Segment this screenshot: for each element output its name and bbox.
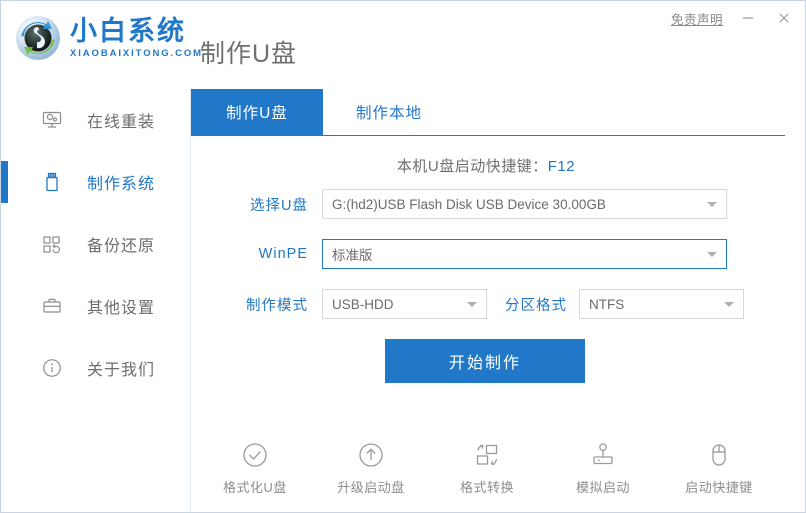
- sidebar-item-about-us[interactable]: 关于我们: [1, 337, 190, 399]
- row-winpe: WinPE 标准版: [191, 239, 805, 269]
- minimize-button[interactable]: [737, 7, 759, 29]
- sidebar-item-label: 备份还原: [87, 232, 155, 256]
- chevron-down-icon: [724, 302, 734, 307]
- row-select-usb: 选择U盘 G:(hd2)USB Flash Disk USB Device 30…: [191, 189, 805, 219]
- title-bar: 小白系统 XIAOBAIXITONG.COM 制作U盘 免责声明: [1, 1, 805, 89]
- sidebar-item-label: 在线重装: [87, 108, 155, 132]
- page-title: 制作U盘: [200, 34, 297, 70]
- tool-simulate-boot[interactable]: 模拟启动: [563, 438, 643, 496]
- winpe-field-label: WinPE: [236, 246, 308, 262]
- chevron-down-icon: [707, 202, 717, 207]
- usb-select[interactable]: G:(hd2)USB Flash Disk USB Device 30.00GB: [322, 189, 727, 219]
- check-circle-icon: [240, 438, 270, 472]
- tool-format-usb[interactable]: 格式化U盘: [215, 438, 295, 496]
- main-panel: 制作U盘 制作本地 本机U盘启动快捷键：F12 选择U盘 G:(hd2)USB …: [191, 89, 805, 512]
- info-circle-icon: [39, 355, 65, 381]
- disclaimer-link[interactable]: 免责声明: [671, 9, 723, 28]
- partition-field-label: 分区格式: [505, 294, 567, 315]
- brand-name: 小白系统: [70, 18, 203, 45]
- sidebar-item-label: 其他设置: [87, 294, 155, 318]
- tab-bar: 制作U盘 制作本地: [191, 89, 785, 136]
- form-area: 选择U盘 G:(hd2)USB Flash Disk USB Device 30…: [191, 189, 805, 383]
- boot-hotkey-hint: 本机U盘启动快捷键：F12: [191, 155, 781, 176]
- joystick-icon: [588, 438, 618, 472]
- brand-logo-area: 小白系统 XIAOBAIXITONG.COM: [15, 15, 203, 61]
- mouse-icon: [704, 438, 734, 472]
- tool-label: 升级启动盘: [337, 477, 405, 496]
- tool-label: 启动快捷键: [685, 477, 753, 496]
- boot-hotkey-hint-text: 本机U盘启动快捷键：: [397, 158, 548, 175]
- brand-text: 小白系统 XIAOBAIXITONG.COM: [70, 18, 203, 59]
- sidebar-item-online-reinstall[interactable]: 在线重装: [1, 89, 190, 151]
- mode-select[interactable]: USB-HDD: [322, 289, 487, 319]
- sidebar-item-make-system[interactable]: 制作系统: [1, 151, 190, 213]
- recycle-arrows-logo-icon: [15, 15, 61, 61]
- mode-field-label: 制作模式: [236, 294, 308, 315]
- start-make-button[interactable]: 开始制作: [385, 339, 585, 383]
- partition-select[interactable]: NTFS: [579, 289, 744, 319]
- winpe-select[interactable]: 标准版: [322, 239, 727, 269]
- close-icon[interactable]: [773, 7, 795, 29]
- grid-restore-icon: [39, 231, 65, 257]
- tab-make-usb[interactable]: 制作U盘: [191, 89, 323, 135]
- arrow-up-circle-icon: [356, 438, 386, 472]
- row-mode-partition: 制作模式 USB-HDD 分区格式 NTFS: [191, 289, 805, 319]
- sidebar: 在线重装 制作系统: [1, 89, 191, 512]
- brand-domain: XIAOBAIXITONG.COM: [70, 49, 203, 59]
- sidebar-item-label: 关于我们: [87, 356, 155, 380]
- tool-label: 模拟启动: [576, 477, 630, 496]
- usb-drive-icon: [39, 169, 65, 195]
- boot-hotkey-value: F12: [548, 158, 575, 175]
- tool-format-convert[interactable]: 格式转换: [447, 438, 527, 496]
- bottom-toolbar: 格式化U盘 升级启动盘: [191, 438, 783, 496]
- tab-make-local[interactable]: 制作本地: [323, 89, 455, 135]
- briefcase-icon: [39, 293, 65, 319]
- tool-label: 格式化U盘: [223, 477, 287, 496]
- chevron-down-icon: [707, 252, 717, 257]
- usb-field-label: 选择U盘: [236, 194, 308, 215]
- sidebar-item-label: 制作系统: [87, 170, 155, 194]
- sidebar-active-indicator: [1, 161, 8, 203]
- winpe-select-value: 标准版: [332, 244, 373, 264]
- app-window: 小白系统 XIAOBAIXITONG.COM 制作U盘 免责声明: [0, 0, 806, 513]
- partition-select-value: NTFS: [589, 297, 624, 312]
- sidebar-item-other-settings[interactable]: 其他设置: [1, 275, 190, 337]
- tool-boot-hotkey[interactable]: 启动快捷键: [679, 438, 759, 496]
- shapes-convert-icon: [472, 438, 502, 472]
- usb-select-value: G:(hd2)USB Flash Disk USB Device 30.00GB: [332, 197, 606, 212]
- mode-select-value: USB-HDD: [332, 297, 394, 312]
- sidebar-item-backup-restore[interactable]: 备份还原: [1, 213, 190, 275]
- chevron-down-icon: [467, 302, 477, 307]
- tool-label: 格式转换: [460, 477, 514, 496]
- monitor-icon: [39, 107, 65, 133]
- tool-upgrade-boot-disk[interactable]: 升级启动盘: [331, 438, 411, 496]
- window-controls: 免责声明: [671, 7, 795, 29]
